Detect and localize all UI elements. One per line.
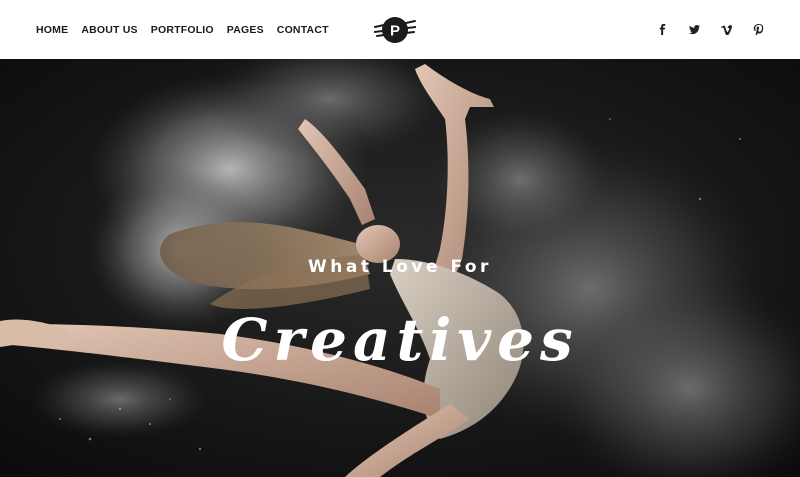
nav-portfolio[interactable]: PORTFOLIO — [151, 24, 214, 36]
hero-title: Creatives — [221, 306, 579, 374]
nav-about-us[interactable]: ABOUT US — [81, 24, 137, 36]
hero-subtitle: What Love For — [308, 257, 492, 277]
nav-contact[interactable]: CONTACT — [277, 24, 329, 36]
site-header: HOME ABOUT US PORTFOLIO PAGES CONTACT P — [0, 0, 800, 59]
vimeo-icon[interactable] — [720, 24, 732, 36]
main-nav: HOME ABOUT US PORTFOLIO PAGES CONTACT — [36, 0, 342, 59]
p-logo-icon: P — [373, 17, 417, 43]
facebook-icon[interactable] — [656, 24, 668, 36]
twitter-icon[interactable] — [688, 24, 700, 36]
hero-section: What Love For Creatives — [0, 59, 800, 477]
logo-letter: P — [390, 23, 400, 40]
site-logo[interactable]: P — [373, 14, 417, 46]
nav-home[interactable]: HOME — [36, 24, 68, 36]
pinterest-icon[interactable] — [752, 24, 764, 36]
social-links — [636, 0, 764, 59]
nav-pages[interactable]: PAGES — [227, 24, 264, 36]
